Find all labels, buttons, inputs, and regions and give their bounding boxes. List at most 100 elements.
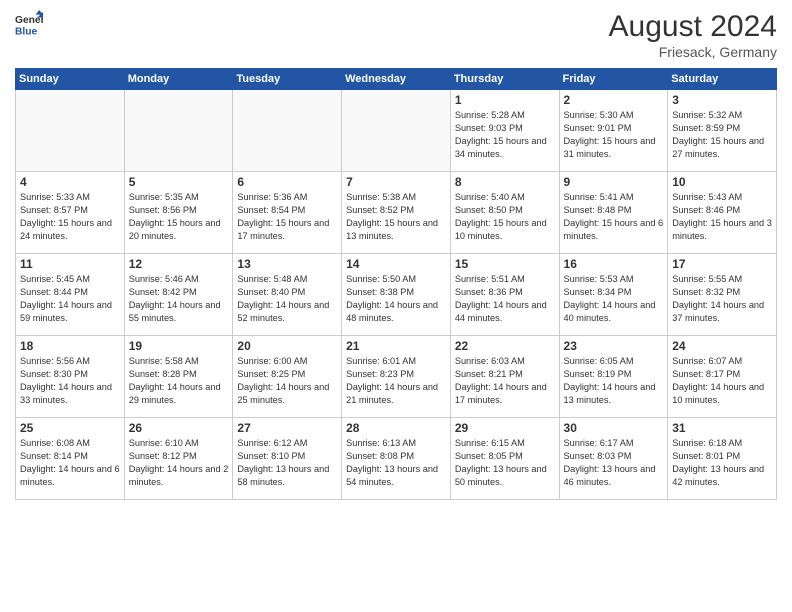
cell-info: Daylight: 13 hours and 42 minutes. xyxy=(672,463,772,489)
calendar-cell: 28Sunrise: 6:13 AMSunset: 8:08 PMDayligh… xyxy=(342,418,451,500)
title-block: August 2024 Friesack, Germany xyxy=(609,10,777,60)
calendar-week-1: 1Sunrise: 5:28 AMSunset: 9:03 PMDaylight… xyxy=(16,90,777,172)
calendar-cell: 30Sunrise: 6:17 AMSunset: 8:03 PMDayligh… xyxy=(559,418,668,500)
cell-info: Sunrise: 5:35 AM xyxy=(129,191,229,204)
cell-info: Sunrise: 6:18 AM xyxy=(672,437,772,450)
header-saturday: Saturday xyxy=(668,69,777,90)
cell-info: Daylight: 14 hours and 48 minutes. xyxy=(346,299,446,325)
cell-info: Daylight: 13 hours and 50 minutes. xyxy=(455,463,555,489)
day-number: 30 xyxy=(564,421,664,435)
cell-info: Sunset: 8:01 PM xyxy=(672,450,772,463)
cell-info: Daylight: 13 hours and 58 minutes. xyxy=(237,463,337,489)
cell-info: Sunset: 9:03 PM xyxy=(455,122,555,135)
cell-info: Sunset: 8:38 PM xyxy=(346,286,446,299)
calendar-cell: 24Sunrise: 6:07 AMSunset: 8:17 PMDayligh… xyxy=(668,336,777,418)
day-number: 10 xyxy=(672,175,772,189)
cell-info: Daylight: 14 hours and 59 minutes. xyxy=(20,299,120,325)
cell-info: Sunset: 8:52 PM xyxy=(346,204,446,217)
cell-info: Sunrise: 5:36 AM xyxy=(237,191,337,204)
day-number: 9 xyxy=(564,175,664,189)
cell-info: Sunset: 8:30 PM xyxy=(20,368,120,381)
cell-info: Sunrise: 5:50 AM xyxy=(346,273,446,286)
day-number: 7 xyxy=(346,175,446,189)
day-number: 27 xyxy=(237,421,337,435)
cell-info: Sunrise: 5:43 AM xyxy=(672,191,772,204)
cell-info: Daylight: 15 hours and 3 minutes. xyxy=(672,217,772,243)
calendar-cell xyxy=(16,90,125,172)
cell-info: Sunrise: 6:12 AM xyxy=(237,437,337,450)
day-number: 28 xyxy=(346,421,446,435)
logo: General Blue xyxy=(15,10,47,38)
cell-info: Sunrise: 5:38 AM xyxy=(346,191,446,204)
day-number: 17 xyxy=(672,257,772,271)
day-number: 23 xyxy=(564,339,664,353)
day-number: 6 xyxy=(237,175,337,189)
calendar-cell xyxy=(124,90,233,172)
calendar-cell: 17Sunrise: 5:55 AMSunset: 8:32 PMDayligh… xyxy=(668,254,777,336)
cell-info: Sunset: 8:42 PM xyxy=(129,286,229,299)
cell-info: Sunset: 8:17 PM xyxy=(672,368,772,381)
cell-info: Sunset: 8:21 PM xyxy=(455,368,555,381)
calendar-cell: 20Sunrise: 6:00 AMSunset: 8:25 PMDayligh… xyxy=(233,336,342,418)
cell-info: Daylight: 13 hours and 46 minutes. xyxy=(564,463,664,489)
cell-info: Daylight: 15 hours and 27 minutes. xyxy=(672,135,772,161)
cell-info: Sunset: 8:56 PM xyxy=(129,204,229,217)
cell-info: Sunrise: 5:46 AM xyxy=(129,273,229,286)
header-wednesday: Wednesday xyxy=(342,69,451,90)
cell-info: Sunset: 8:14 PM xyxy=(20,450,120,463)
cell-info: Daylight: 14 hours and 6 minutes. xyxy=(20,463,120,489)
cell-info: Sunset: 8:28 PM xyxy=(129,368,229,381)
calendar-cell: 22 Sunrise: 6:03 AMSunset: 8:21 PMDayligh… xyxy=(450,336,559,418)
calendar-cell: 14Sunrise: 5:50 AMSunset: 8:38 PMDayligh… xyxy=(342,254,451,336)
cell-info: Sunrise: 6:15 AM xyxy=(455,437,555,450)
cell-info: Sunrise: 5:32 AM xyxy=(672,109,772,122)
cell-info: Daylight: 14 hours and 17 minutes. xyxy=(455,381,555,407)
cell-info: Sunrise: 6:01 AM xyxy=(346,355,446,368)
calendar-cell: 27Sunrise: 6:12 AMSunset: 8:10 PMDayligh… xyxy=(233,418,342,500)
cell-info: Sunset: 8:25 PM xyxy=(237,368,337,381)
cell-info: Daylight: 14 hours and 29 minutes. xyxy=(129,381,229,407)
day-number: 29 xyxy=(455,421,555,435)
cell-info: Sunset: 8:19 PM xyxy=(564,368,664,381)
cell-info: Sunset: 8:12 PM xyxy=(129,450,229,463)
cell-info: Sunset: 8:34 PM xyxy=(564,286,664,299)
cell-info: Sunrise: 5:55 AM xyxy=(672,273,772,286)
svg-text:Blue: Blue xyxy=(15,26,38,37)
cell-info: Daylight: 15 hours and 31 minutes. xyxy=(564,135,664,161)
days-header-row: Sunday Monday Tuesday Wednesday Thursday… xyxy=(16,69,777,90)
day-number: 2 xyxy=(564,93,664,107)
day-number: 24 xyxy=(672,339,772,353)
cell-info: Sunset: 8:05 PM xyxy=(455,450,555,463)
cell-info: Sunrise: 6:07 AM xyxy=(672,355,772,368)
day-number: 22 xyxy=(455,339,555,353)
calendar-week-5: 25Sunrise: 6:08 AMSunset: 8:14 PMDayligh… xyxy=(16,418,777,500)
cell-info: Daylight: 15 hours and 20 minutes. xyxy=(129,217,229,243)
calendar-cell: 23Sunrise: 6:05 AMSunset: 8:19 PMDayligh… xyxy=(559,336,668,418)
calendar-cell: 4Sunrise: 5:33 AMSunset: 8:57 PMDaylight… xyxy=(16,172,125,254)
cell-info: Sunset: 8:08 PM xyxy=(346,450,446,463)
logo-icon: General Blue xyxy=(15,10,43,38)
cell-info: Sunrise: 6:03 AM xyxy=(455,355,555,368)
calendar-cell: 2Sunrise: 5:30 AMSunset: 9:01 PMDaylight… xyxy=(559,90,668,172)
cell-info: Sunset: 8:50 PM xyxy=(455,204,555,217)
calendar-cell: 7Sunrise: 5:38 AMSunset: 8:52 PMDaylight… xyxy=(342,172,451,254)
header: General Blue August 2024 Friesack, Germa… xyxy=(15,10,777,60)
calendar-week-3: 11Sunrise: 5:45 AMSunset: 8:44 PMDayligh… xyxy=(16,254,777,336)
cell-info: Daylight: 14 hours and 2 minutes. xyxy=(129,463,229,489)
calendar-cell: 6Sunrise: 5:36 AMSunset: 8:54 PMDaylight… xyxy=(233,172,342,254)
header-friday: Friday xyxy=(559,69,668,90)
cell-info: Daylight: 14 hours and 44 minutes. xyxy=(455,299,555,325)
day-number: 21 xyxy=(346,339,446,353)
day-number: 20 xyxy=(237,339,337,353)
cell-info: Sunset: 8:48 PM xyxy=(564,204,664,217)
cell-info: Sunset: 8:59 PM xyxy=(672,122,772,135)
cell-info: Daylight: 13 hours and 54 minutes. xyxy=(346,463,446,489)
cell-info: Daylight: 14 hours and 40 minutes. xyxy=(564,299,664,325)
cell-info: Daylight: 15 hours and 17 minutes. xyxy=(237,217,337,243)
cell-info: Sunset: 9:01 PM xyxy=(564,122,664,135)
calendar-cell: 3Sunrise: 5:32 AMSunset: 8:59 PMDaylight… xyxy=(668,90,777,172)
cell-info: Sunset: 8:44 PM xyxy=(20,286,120,299)
day-number: 31 xyxy=(672,421,772,435)
cell-info: Sunset: 8:03 PM xyxy=(564,450,664,463)
day-number: 4 xyxy=(20,175,120,189)
